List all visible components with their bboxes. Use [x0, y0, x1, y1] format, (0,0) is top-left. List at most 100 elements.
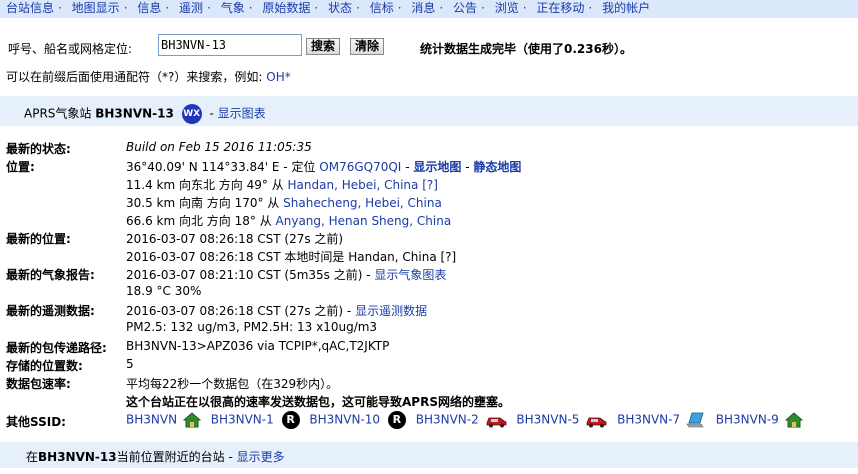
detail-row-telemetry: 最新的遥测数据: 2016-03-07 08:26:18 CST (27s 之前…	[0, 302, 858, 320]
clear-button[interactable]: 清除	[350, 38, 385, 55]
value-nearby-3: 66.6 km 向北 方向 18° 从 Anyang, Henan Sheng,…	[126, 212, 451, 229]
station-callsign: BH3NVN-13	[95, 106, 174, 121]
ssid-link[interactable]: BH3NVN-10	[309, 413, 380, 427]
station-header: APRS气象站 BH3NVN-13 WX - 显示图表	[0, 96, 858, 126]
car-icon	[586, 417, 607, 428]
nearby-1-distance: 11.4 km 向东北 方向 49° 从	[126, 178, 284, 192]
ssid-item: BH3NVN-9	[716, 411, 803, 429]
search-form: 呼号、船名或网格定位: 搜索 清除 统计数据生成完毕（使用了0.236秒）。	[0, 34, 858, 60]
detail-row-latest-position: 最新的位置: 2016-03-07 08:26:18 CST (27s 之前)	[0, 230, 858, 248]
car-icon	[486, 417, 506, 428]
position-coords: 36°40.09' N 114°33.84' E - 定位	[126, 160, 316, 174]
ssid-link[interactable]: BH3NVN-1	[211, 413, 274, 427]
value-weather: 2016-03-07 08:21:10 CST (5m35s 之前) - 显示气…	[126, 266, 446, 283]
value-stored-positions: 5	[126, 357, 134, 371]
nav-separator: ·	[165, 1, 170, 15]
ssid-link[interactable]: BH3NVN-5	[516, 413, 579, 427]
rate-warning: 这个台站正在以很高的速率发送数据包，这可能导致APRS网络的壅塞。	[126, 395, 510, 409]
detail-row-stored: 存储的位置数: 5	[0, 357, 858, 375]
detail-row-rate-warning: 这个台站正在以很高的速率发送数据包，这可能导致APRS网络的壅塞。	[0, 393, 858, 411]
house-icon	[784, 412, 803, 428]
nearby-1-city-link[interactable]: Handan, Hebei, China	[288, 178, 419, 192]
station-title: APRS气象站 BH3NVN-13 WX - 显示图表	[24, 104, 266, 124]
nav-item-my-account[interactable]: 我的帐户	[596, 1, 650, 15]
label-stored-positions: 存储的位置数:	[6, 359, 83, 373]
show-chart-link[interactable]: 显示图表	[218, 107, 266, 121]
detail-row-telemetry-values: PM2.5: 132 ug/m3, PM2.5H: 13 x10ug/m3	[0, 320, 858, 338]
nearby-prefix: 在	[26, 450, 39, 464]
nav-item-moving[interactable]: 正在移动	[530, 1, 584, 15]
nearby-stations-title: 在BH3NVN-13当前位置附近的台站 - 显示更多	[26, 448, 285, 465]
show-map-link[interactable]: 显示地图	[413, 160, 461, 174]
title-separator: -	[209, 106, 214, 121]
nav-item-info[interactable]: 信息	[131, 1, 161, 15]
label-position: 位置:	[6, 160, 35, 174]
label-latest-status: 最新的状态:	[6, 142, 71, 156]
nav-item-weather[interactable]: 气象	[215, 1, 245, 15]
ssid-link[interactable]: BH3NVN-9	[716, 413, 779, 427]
show-telemetry-link[interactable]: 显示遥测数据	[355, 304, 427, 318]
show-more-link[interactable]: 显示更多	[237, 450, 285, 464]
nav-item-telemetry[interactable]: 遥测	[173, 1, 203, 15]
value-local-time: 2016-03-07 08:26:18 CST 本地时间是 Handan, Ch…	[126, 250, 457, 264]
show-weather-chart-link[interactable]: 显示气象图表	[374, 268, 446, 282]
nearby-3-city-link[interactable]: Anyang, Henan Sheng, China	[276, 214, 452, 228]
nav-item-station-info[interactable]: 台站信息	[0, 1, 54, 15]
label-telemetry: 最新的遥测数据:	[6, 304, 95, 318]
weather-time: 2016-03-07 08:21:10 CST (5m35s 之前) -	[126, 268, 371, 282]
locator-link[interactable]: OM76GQ70QI	[319, 160, 401, 174]
value-position: 36°40.09' N 114°33.84' E - 定位 OM76GQ70QI…	[126, 158, 521, 175]
search-label: 呼号、船名或网格定位:	[8, 42, 133, 56]
wx-badge-icon: WX	[181, 104, 202, 124]
nav-item-bulletins[interactable]: 公告	[447, 1, 477, 15]
label-other-ssid: 其他SSID:	[6, 415, 66, 429]
detail-row-rate: 数据包速率: 平均每22秒一个数据包（在329秒内）。	[0, 375, 858, 393]
ssid-link[interactable]: BH3NVN-2	[416, 413, 479, 427]
value-nearby-1: 11.4 km 向东北 方向 49° 从 Handan, Hebei, Chin…	[126, 176, 438, 193]
label-latest-position: 最新的位置:	[6, 232, 71, 246]
ssid-item: BH3NVN-1 R	[211, 411, 300, 429]
search-input[interactable]	[158, 34, 302, 56]
label-weather: 最新的气象报告:	[6, 268, 95, 282]
nav-separator: ·	[588, 1, 593, 15]
value-telemetry: 2016-03-07 08:26:18 CST (27s 之前) - 显示遥测数…	[126, 302, 427, 319]
nav-item-map[interactable]: 地图显示	[66, 1, 120, 15]
nav-separator: ·	[522, 1, 527, 15]
telemetry-time: 2016-03-07 08:26:18 CST (27s 之前) -	[126, 304, 352, 318]
nav-separator: ·	[207, 1, 211, 15]
value-weather-values: 18.9 °C 30%	[126, 284, 202, 298]
value-latest-position-time: 2016-03-07 08:26:18 CST (27s 之前)	[126, 232, 344, 246]
nav-separator: ·	[481, 1, 485, 15]
nearby-1-help-link[interactable]: [?]	[422, 178, 438, 192]
search-hint-example-link[interactable]: OH*	[266, 70, 290, 84]
ssid-item: BH3NVN-7	[617, 411, 706, 429]
nearby-2-city-link[interactable]: Shahecheng, Hebei, China	[283, 196, 442, 210]
nav-item-beacon[interactable]: 信标	[364, 1, 394, 15]
nav-item-raw-data[interactable]: 原始数据	[256, 1, 310, 15]
nav-item-status[interactable]: 状态	[322, 1, 352, 15]
station-type: APRS气象站	[24, 106, 92, 121]
nav-separator: ·	[314, 1, 319, 15]
nav-separator: ·	[123, 1, 128, 15]
nav-separator: ·	[397, 1, 402, 15]
detail-row-weather: 最新的气象报告: 2016-03-07 08:21:10 CST (5m35s …	[0, 266, 858, 284]
detail-row-other-ssid: 其他SSID: BH3NVN BH3NVN-1 R BH3NVN-10 R BH…	[0, 411, 858, 435]
detail-row-nearby-2: 30.5 km 向南 方向 170° 从 Shahecheng, Hebei, …	[0, 194, 858, 212]
detail-row-local-time: 2016-03-07 08:26:18 CST 本地时间是 Handan, Ch…	[0, 248, 858, 266]
ssid-item: BH3NVN	[126, 411, 201, 429]
search-hint-text: 可以在前缀后面使用通配符（*?）来搜索，例如:	[6, 70, 263, 84]
static-map-link[interactable]: 静态地图	[473, 160, 521, 174]
nearby-callsign: BH3NVN-13	[38, 450, 117, 464]
label-path: 最新的包传递路径:	[6, 341, 107, 355]
search-button[interactable]: 搜索	[306, 38, 341, 55]
stats-status-message: 统计数据生成完毕（使用了0.236秒）。	[420, 42, 632, 56]
label-packet-rate: 数据包速率:	[6, 377, 71, 391]
nav-item-browse[interactable]: 浏览	[489, 1, 519, 15]
nav-item-messages[interactable]: 消息	[405, 1, 435, 15]
ssid-link[interactable]: BH3NVN-7	[617, 413, 680, 427]
value-packet-rate: 平均每22秒一个数据包（在329秒内）。	[126, 377, 339, 391]
search-hint: 可以在前缀后面使用通配符（*?）来搜索，例如: OH*	[6, 68, 291, 85]
nav-separator: ·	[356, 1, 360, 15]
ssid-link[interactable]: BH3NVN	[126, 413, 177, 427]
value-telemetry-values: PM2.5: 132 ug/m3, PM2.5H: 13 x10ug/m3	[126, 320, 378, 334]
